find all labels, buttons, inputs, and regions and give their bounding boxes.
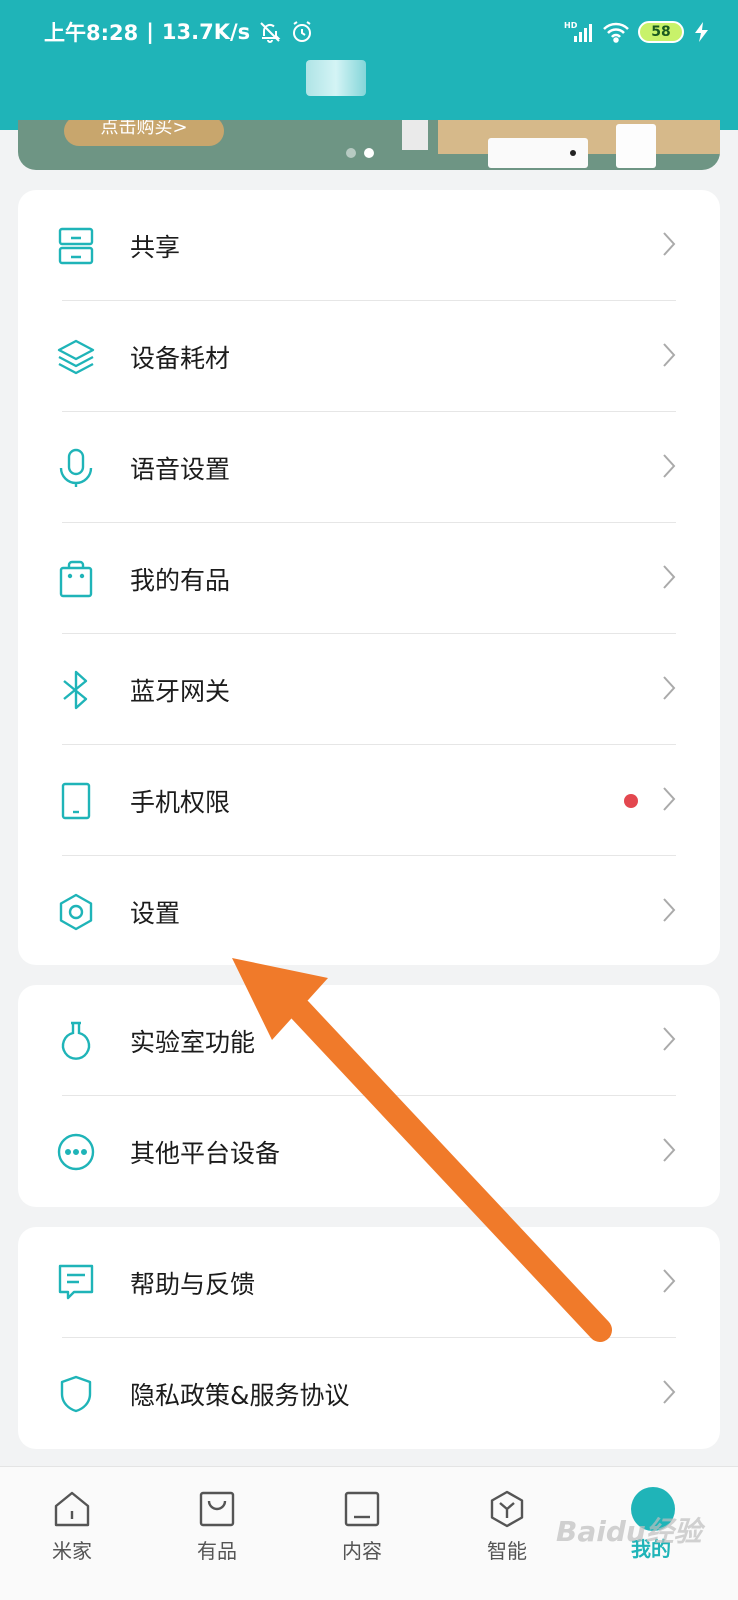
notification-badge — [624, 793, 638, 808]
chevron-right-icon — [662, 1268, 676, 1298]
chevron-right-icon — [662, 1137, 676, 1167]
menu-item-voice-settings[interactable]: 语音设置 — [18, 412, 720, 523]
wifi-icon — [602, 21, 630, 43]
mute-icon — [258, 20, 282, 44]
tab-content[interactable]: 内容 — [322, 1489, 402, 1564]
tab-smart[interactable]: 智能 — [467, 1489, 547, 1564]
menu-item-bluetooth-gateway[interactable]: 蓝牙网关 — [18, 634, 720, 745]
menu-item-help-feedback[interactable]: 帮助与反馈 — [18, 1227, 720, 1338]
menu-item-label: 帮助与反馈 — [130, 1269, 256, 1299]
menu-item-label: 我的有品 — [130, 565, 231, 595]
banner-product-image — [402, 120, 428, 150]
menu-item-label: 共享 — [130, 232, 181, 262]
status-time: 上午8:28 — [44, 21, 139, 45]
hexagon-settings-icon — [56, 892, 96, 932]
menu-card-main: 共享 设备耗材 语音设置 我的有品 蓝牙网关 手机权限 设置 — [18, 190, 720, 965]
tab-mijia[interactable]: 米家 — [32, 1489, 112, 1564]
menu-item-label: 实验室功能 — [130, 1027, 256, 1057]
tab-label: 智能 — [487, 1539, 527, 1563]
menu-item-phone-permissions[interactable]: 手机权限 — [18, 745, 720, 856]
status-bar: 上午8:28 | 13.7K/s HD 58 — [0, 0, 738, 64]
banner-product-image — [616, 124, 656, 168]
chevron-right-icon — [662, 675, 676, 705]
chevron-right-icon — [662, 564, 676, 594]
chevron-right-icon — [662, 897, 676, 927]
feedback-icon — [56, 1263, 96, 1303]
share-drawer-icon — [56, 226, 96, 266]
watermark: Baidu经验 — [556, 1515, 702, 1548]
promo-banner[interactable]: 点击购买> — [18, 120, 720, 170]
status-net-speed: 13.7K/s — [161, 20, 251, 44]
svg-text:HD: HD — [564, 21, 578, 30]
menu-card-help: 帮助与反馈 隐私政策&服务协议 — [18, 1227, 720, 1449]
tab-label: 有品 — [197, 1539, 237, 1563]
menu-item-label: 蓝牙网关 — [130, 676, 231, 706]
menu-card-lab: 实验室功能 其他平台设备 — [18, 985, 720, 1207]
shield-icon — [56, 1374, 96, 1414]
menu-item-label: 语音设置 — [130, 454, 231, 484]
tab-label: 米家 — [52, 1539, 92, 1563]
more-dots-icon — [56, 1132, 96, 1172]
menu-item-other-platform-devices[interactable]: 其他平台设备 — [18, 1096, 720, 1207]
signal-icon: HD — [564, 20, 594, 44]
pagination-dot-active — [364, 148, 374, 158]
charging-icon — [692, 21, 712, 43]
menu-item-label: 设置 — [130, 898, 181, 928]
shop-icon — [197, 1489, 237, 1529]
chevron-right-icon — [662, 1026, 676, 1056]
menu-item-settings[interactable]: 设置 — [18, 856, 720, 965]
shopping-bag-icon — [56, 559, 96, 599]
chevron-right-icon — [662, 453, 676, 483]
chevron-right-icon — [662, 1379, 676, 1409]
chevron-right-icon — [662, 342, 676, 372]
home-icon — [52, 1489, 92, 1529]
phone-icon — [56, 781, 96, 821]
menu-item-privacy-policy[interactable]: 隐私政策&服务协议 — [18, 1338, 720, 1449]
flask-icon — [56, 1021, 96, 1061]
banner-pagination — [346, 148, 374, 158]
app-header: 上午8:28 | 13.7K/s HD 58 — [0, 0, 738, 130]
chevron-right-icon — [662, 231, 676, 261]
bluetooth-icon — [56, 670, 96, 710]
menu-item-consumables[interactable]: 设备耗材 — [18, 301, 720, 412]
menu-item-lab-features[interactable]: 实验室功能 — [18, 985, 720, 1096]
tab-label: 内容 — [342, 1539, 382, 1563]
chevron-right-icon — [662, 786, 676, 816]
smart-icon — [487, 1489, 527, 1529]
menu-item-my-youpin[interactable]: 我的有品 — [18, 523, 720, 634]
battery-indicator: 58 — [638, 21, 684, 43]
menu-item-share[interactable]: 共享 — [18, 190, 720, 301]
menu-item-label: 设备耗材 — [130, 343, 231, 373]
banner-product-image — [488, 138, 588, 168]
banner-buy-button[interactable]: 点击购买> — [64, 120, 224, 146]
avatar[interactable] — [306, 60, 366, 96]
pagination-dot — [346, 148, 356, 158]
menu-item-label: 其他平台设备 — [130, 1138, 281, 1168]
layers-icon — [56, 337, 96, 377]
menu-item-label: 隐私政策&服务协议 — [130, 1380, 350, 1410]
microphone-icon — [56, 448, 96, 488]
menu-item-label: 手机权限 — [130, 787, 231, 817]
alarm-icon — [290, 20, 314, 44]
content-icon — [342, 1489, 382, 1529]
tab-youpin[interactable]: 有品 — [177, 1489, 257, 1564]
